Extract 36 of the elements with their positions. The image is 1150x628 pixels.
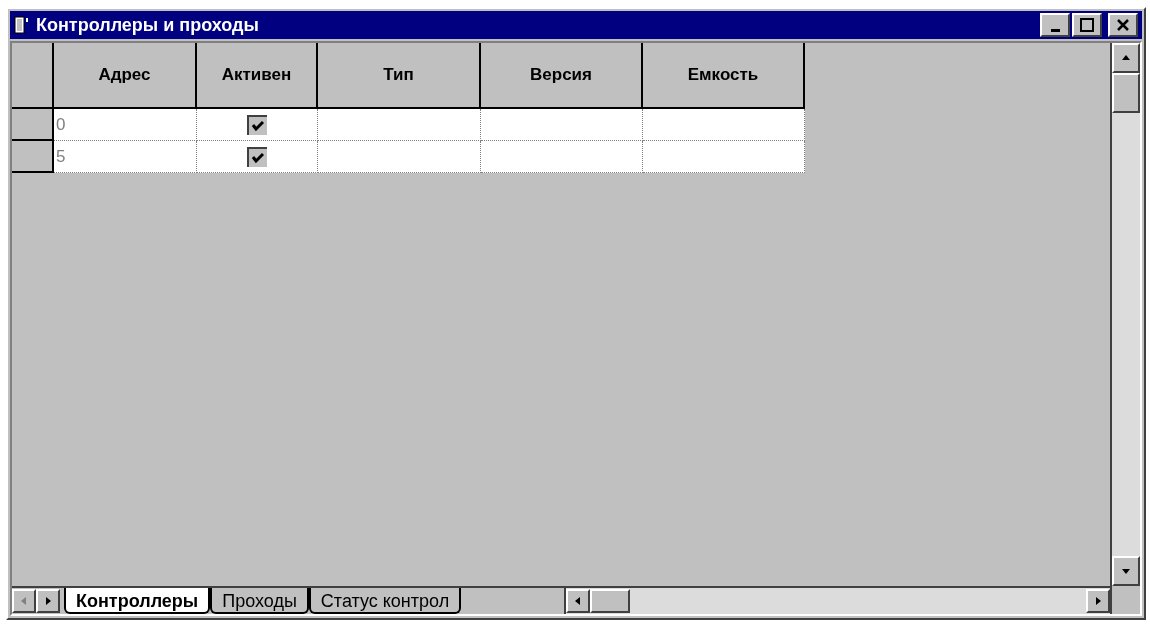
checkmark-icon [251, 151, 265, 164]
right-arrow-icon [1093, 596, 1103, 606]
horizontal-scrollbar[interactable] [564, 588, 1110, 614]
minimize-button[interactable] [1040, 13, 1070, 37]
tab-scroll-right-button[interactable] [36, 589, 60, 613]
left-arrow-icon [573, 596, 583, 606]
window-title: Контроллеры и проходы [36, 13, 259, 37]
checkbox[interactable] [247, 114, 267, 135]
sheet-tab[interactable]: Статус контрол [308, 588, 462, 614]
size-grip[interactable] [1112, 586, 1140, 614]
up-arrow-icon [1121, 53, 1131, 63]
row-header[interactable] [12, 141, 54, 173]
sheet-tab[interactable]: Проходы [210, 588, 309, 614]
maximize-icon [1079, 18, 1095, 32]
tab-scroll-left-button[interactable] [12, 589, 36, 613]
row-header[interactable] [12, 109, 54, 141]
sheet-tab[interactable]: Контроллеры [64, 588, 211, 614]
table-cell: 0 [54, 109, 197, 141]
checkbox[interactable] [247, 146, 267, 167]
checkmark-icon [251, 119, 265, 132]
left-arrow-icon [19, 596, 29, 606]
scroll-thumb[interactable] [1112, 73, 1140, 113]
scroll-down-button[interactable] [1112, 556, 1140, 586]
minimize-icon [1050, 28, 1060, 32]
close-button[interactable] [1108, 13, 1138, 37]
door-icon [14, 16, 30, 34]
scroll-left-button[interactable] [566, 589, 590, 613]
table-cell: 5 [54, 141, 197, 173]
scroll-right-button[interactable] [1086, 589, 1110, 613]
right-arrow-icon [43, 596, 53, 606]
maximize-button[interactable] [1072, 13, 1102, 37]
vertical-scrollbar[interactable] [1110, 43, 1140, 614]
scroll-thumb[interactable] [590, 589, 630, 613]
scroll-up-button[interactable] [1112, 43, 1140, 73]
close-icon [1115, 18, 1131, 32]
down-arrow-icon [1121, 566, 1131, 576]
